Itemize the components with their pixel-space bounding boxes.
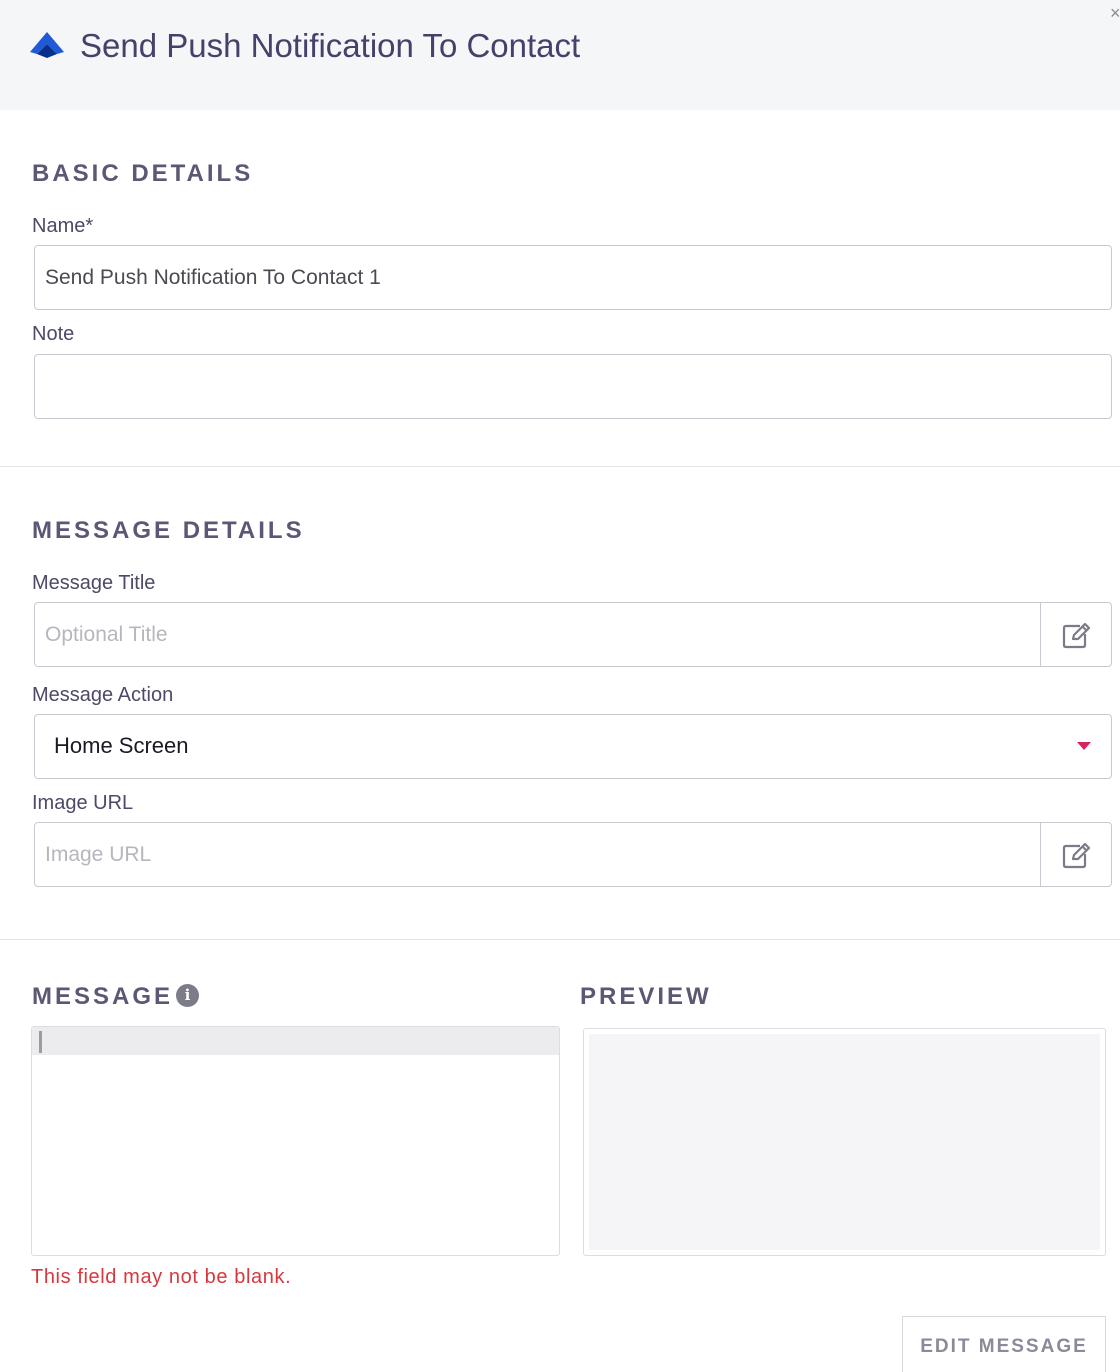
section-divider (0, 939, 1120, 940)
message-title-field-box (34, 602, 1112, 667)
message-action-label: Message Action (32, 684, 174, 706)
paperboat-logo-icon (30, 32, 64, 58)
page-title: Send Push Notification To Contact (80, 27, 581, 64)
message-action-select[interactable]: Home Screen (34, 714, 1112, 779)
name-field-box (34, 245, 1112, 310)
message-title-label: Message Title (32, 572, 156, 594)
image-url-edit-button[interactable] (1040, 823, 1111, 886)
message-title-edit-button[interactable] (1040, 603, 1111, 666)
note-field-box (34, 354, 1112, 419)
edit-message-button[interactable]: EDIT MESSAGE (902, 1316, 1106, 1372)
modal-header: Send Push Notification To Contact × (0, 0, 1120, 110)
note-label: Note (32, 323, 75, 345)
section-divider (0, 466, 1120, 467)
image-url-field-box (34, 822, 1112, 887)
close-icon[interactable]: × (1110, 4, 1120, 22)
message-error-text: This field may not be blank. (31, 1266, 292, 1288)
message-heading: MESSAGE (32, 983, 174, 1010)
info-icon[interactable]: i (176, 984, 199, 1007)
editor-active-line (32, 1027, 559, 1055)
message-editor[interactable] (31, 1026, 560, 1256)
basic-details-heading: BASIC DETAILS (32, 160, 254, 187)
name-input[interactable] (35, 246, 1111, 309)
image-url-input[interactable] (35, 823, 1041, 886)
preview-heading: PREVIEW (580, 983, 712, 1010)
message-action-value: Home Screen (54, 733, 189, 758)
text-cursor (39, 1031, 42, 1053)
message-preview (583, 1028, 1106, 1256)
message-title-input[interactable] (35, 603, 1041, 666)
preview-canvas (589, 1034, 1100, 1250)
edit-pencil-icon (1062, 842, 1091, 868)
name-label: Name* (32, 215, 94, 237)
chevron-down-icon (1077, 742, 1091, 750)
edit-pencil-icon (1062, 622, 1091, 648)
image-url-label: Image URL (32, 792, 134, 814)
message-details-heading: MESSAGE DETAILS (32, 517, 305, 544)
note-input[interactable] (35, 355, 1111, 418)
